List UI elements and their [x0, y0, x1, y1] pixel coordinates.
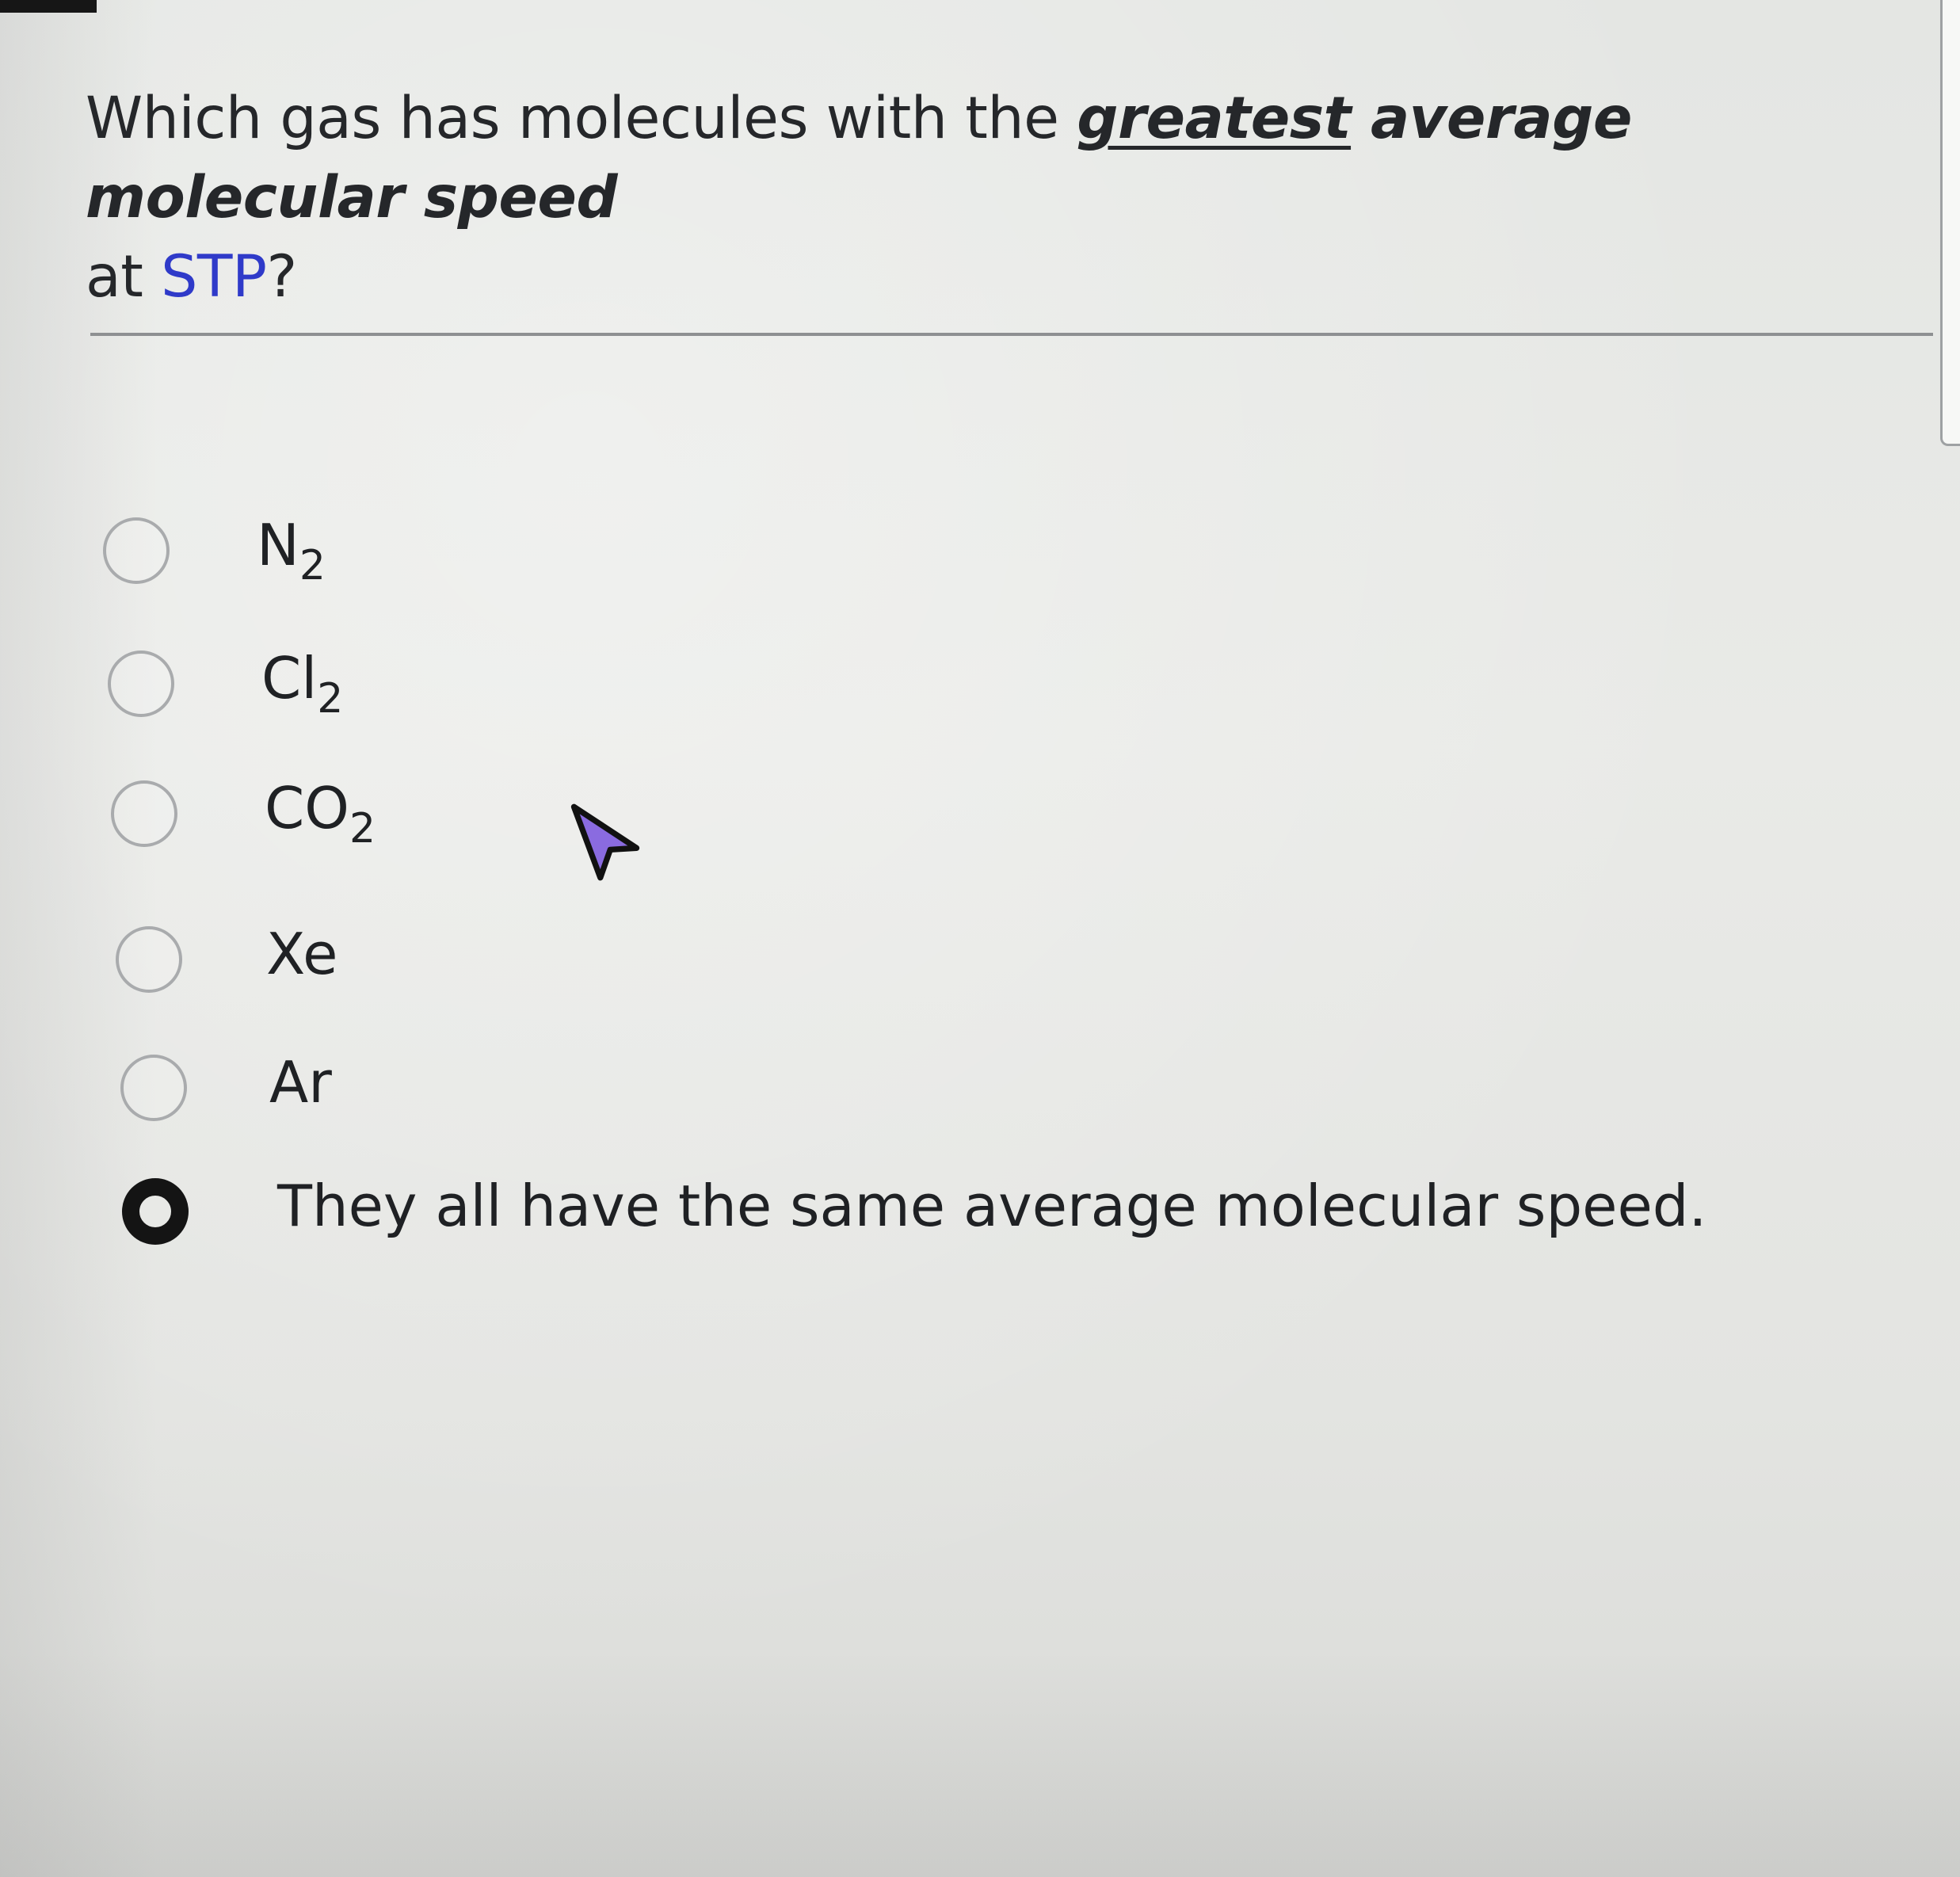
option-label: CO2: [265, 775, 376, 853]
window-corner-tab: [0, 0, 97, 13]
question-keyword-greatest: greatest: [1077, 85, 1352, 152]
mouse-pointer-icon: [570, 803, 640, 881]
answer-option-co2[interactable]: CO2: [111, 770, 376, 857]
question-suffix: ?: [266, 243, 298, 311]
answer-option-cl2[interactable]: Cl2: [108, 640, 343, 727]
option-label: Cl2: [261, 645, 344, 723]
option-label: They all have the same average molecular…: [277, 1173, 1707, 1239]
answer-option-ar[interactable]: Ar: [120, 1044, 332, 1131]
answer-option-n2[interactable]: N2: [103, 507, 326, 594]
option-label: Xe: [266, 921, 338, 987]
question-prefix: Which gas has molecules with the: [86, 85, 1077, 152]
radio-button[interactable]: [103, 517, 170, 584]
radio-button[interactable]: [116, 926, 182, 993]
question-line2-prefix: at: [86, 243, 162, 311]
radio-button[interactable]: [108, 650, 174, 717]
scrollbar-edge[interactable]: [1940, 0, 1960, 446]
option-label: N2: [257, 512, 326, 589]
radio-button[interactable]: [111, 780, 177, 847]
option-label: Ar: [269, 1049, 332, 1116]
question-divider: [90, 333, 1933, 336]
radio-button-selected[interactable]: [122, 1178, 189, 1245]
answer-option-xe[interactable]: Xe: [116, 916, 337, 1003]
answer-option-same-speed[interactable]: They all have the same average molecular…: [122, 1168, 1706, 1255]
question-text: Which gas has molecules with the greates…: [86, 79, 1939, 317]
radio-button[interactable]: [120, 1055, 187, 1121]
stp-link[interactable]: STP: [161, 243, 267, 311]
